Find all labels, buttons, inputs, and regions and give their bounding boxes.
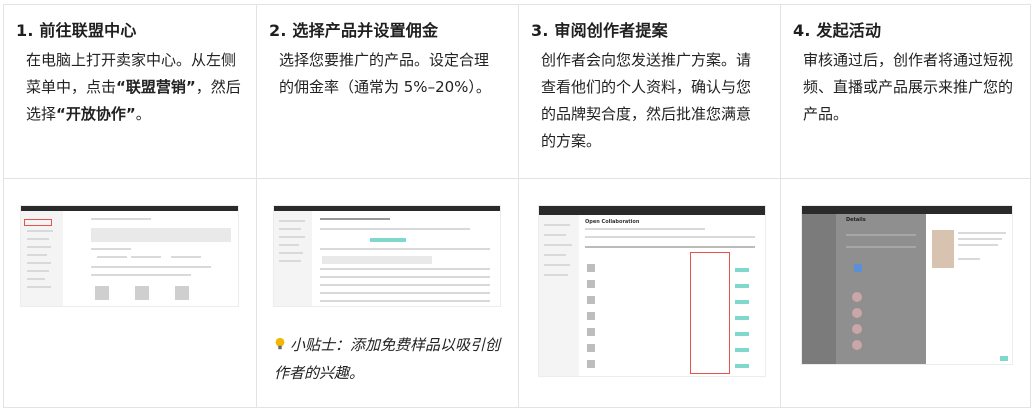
step-2-description: 选择您要推广的产品。设定合理的佣金率（通常为 5%–20%）。 — [279, 51, 491, 96]
step-1-desc-bold-a: “联盟营销” — [116, 78, 196, 96]
step-2-tip: 小贴士：添加免费样品以吸引创作者的兴趣。 — [274, 331, 506, 387]
step-1-desc-bold-b: “开放协作” — [56, 105, 136, 123]
step-2: 2. 选择产品并设置佣金 选择您要推广的产品。设定合理的佣金率（通常为 5%–2… — [257, 5, 519, 407]
step-4-screenshot: Details — [802, 206, 1012, 364]
step-3-screenshot-title: Open Collaboration — [585, 219, 640, 225]
lightbulb-icon — [275, 337, 285, 350]
step-1-description: 在电脑上打开卖家中心。从左侧菜单中，点击“联盟营销”，然后选择“开放协作”。 — [26, 47, 244, 128]
step-1: 1. 前往联盟中心 在电脑上打开卖家中心。从左侧菜单中，点击“联盟营销”，然后选… — [4, 5, 257, 407]
step-3: 3. 审阅创作者提案 创作者会向您发送推广方案。请查看他们的个人资料，确认与您的… — [519, 5, 781, 407]
step-1-screenshot — [21, 206, 238, 306]
step-3-description: 创作者会向您发送推广方案。请查看他们的个人资料，确认与您的品牌契合度，然后批准您… — [541, 51, 752, 150]
step-2-title: 2. 选择产品并设置佣金 — [269, 21, 439, 40]
step-2-screenshot — [274, 206, 500, 306]
step-1-title: 1. 前往联盟中心 — [16, 21, 137, 40]
step-4-description: 审核通过后，创作者将通过短视频、直播或产品展示来推广您的产品。 — [803, 51, 1014, 123]
step-4: 4. 发起活动 审核通过后，创作者将通过短视频、直播或产品展示来推广您的产品。 … — [781, 5, 1032, 407]
step-1-desc-text-c: 。 — [135, 105, 151, 123]
step-2-tip-text: 小贴士：添加免费样品以吸引创作者的兴趣。 — [274, 336, 501, 382]
step-3-screenshot: Open Collaboration — [539, 206, 765, 376]
step-3-title: 3. 审阅创作者提案 — [531, 21, 668, 40]
step-4-title: 4. 发起活动 — [793, 21, 882, 40]
step-4-screenshot-title: Details — [846, 217, 866, 223]
steps-table: 1. 前往联盟中心 在电脑上打开卖家中心。从左侧菜单中，点击“联盟营销”，然后选… — [3, 4, 1031, 408]
